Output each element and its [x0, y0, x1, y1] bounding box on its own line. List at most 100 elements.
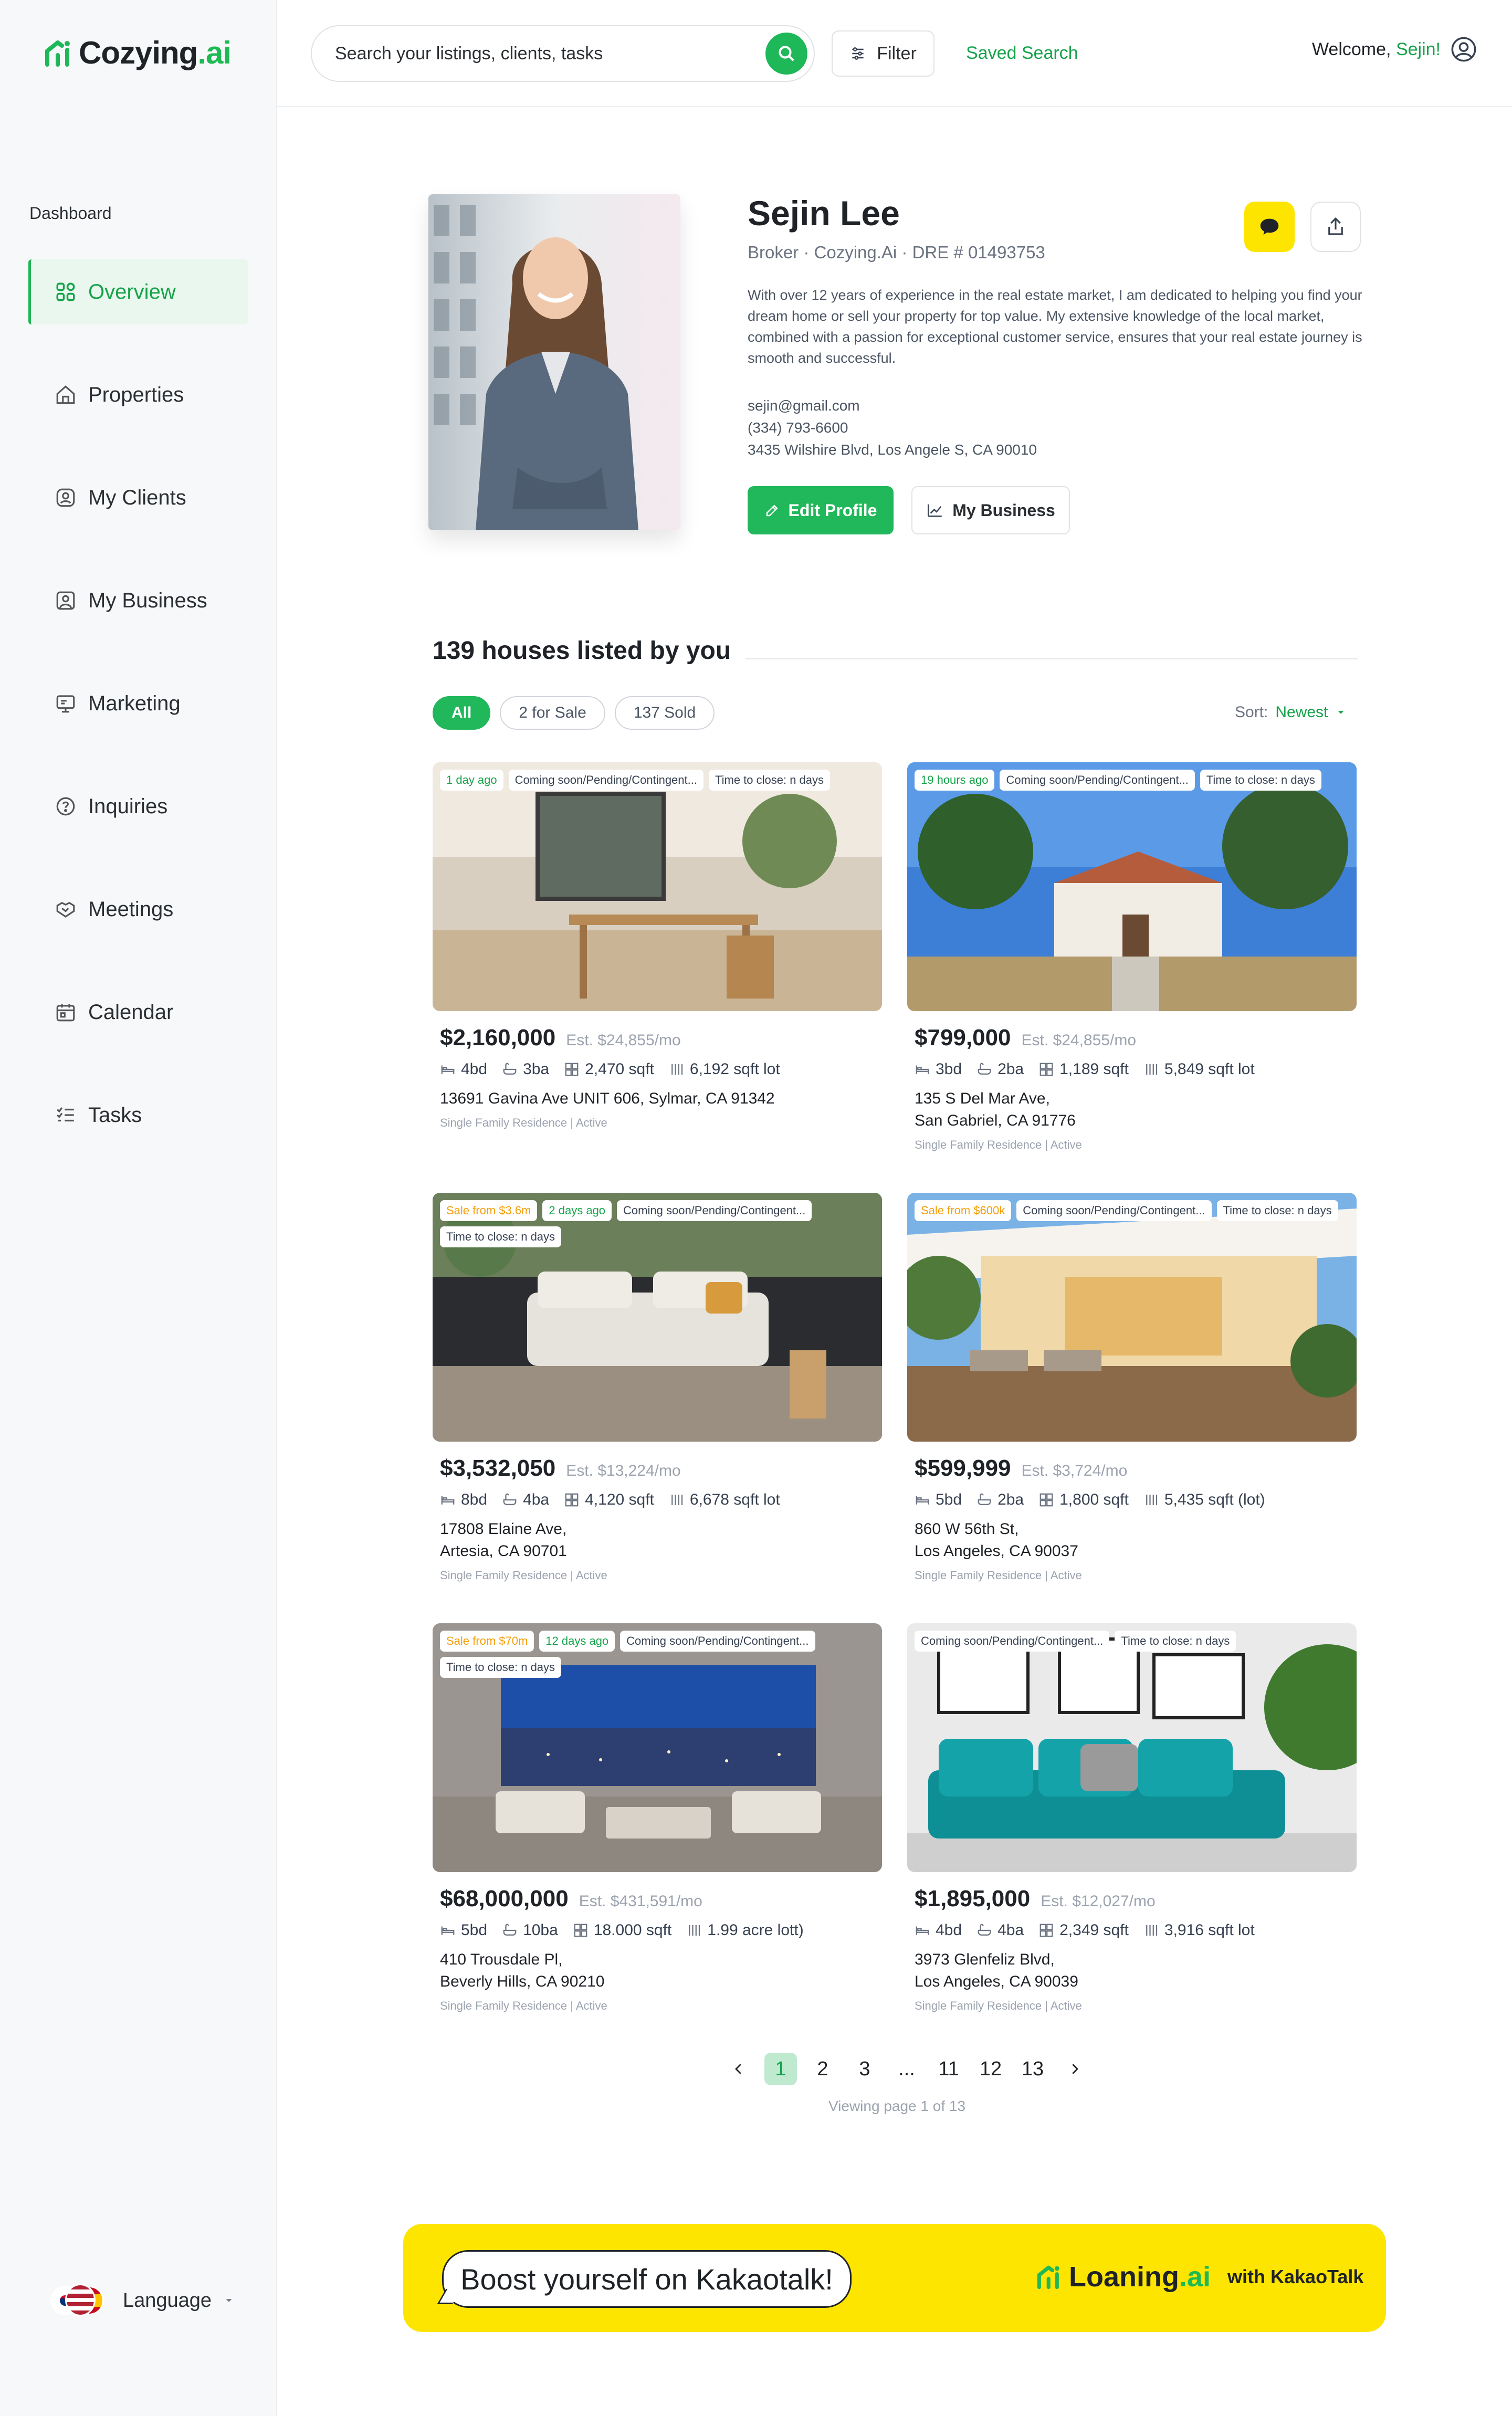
listing-sqft: 2,349 sqft [1038, 1921, 1129, 1939]
welcome-text: Welcome, Sejin! [1311, 39, 1441, 59]
page-button[interactable]: 3 [848, 2053, 881, 2085]
bed-icon [916, 1926, 929, 1935]
listing-specs: 5bd 10ba 18.000 sqft 1.99 acre lott) [433, 1921, 882, 1939]
sidebar-item-my-business[interactable]: My Business [28, 568, 248, 633]
listing-beds: 4bd [915, 1921, 962, 1939]
area-icon [1040, 1493, 1053, 1507]
pagination: 1 2 3 ... 11 12 13 [722, 2053, 1091, 2085]
bath-icon [978, 1493, 991, 1505]
listing-card[interactable]: 19 hours ago Coming soon/Pending/Continge… [907, 762, 1357, 1152]
bed-icon [441, 1496, 455, 1505]
page-button[interactable]: 2 [806, 2053, 839, 2085]
listing-price: $1,895,000 [915, 1886, 1031, 1911]
sidebar-item-meetings[interactable]: Meetings [28, 877, 248, 942]
sidebar-item-my-clients[interactable]: My Clients [28, 465, 248, 530]
chart-line-icon [928, 504, 942, 517]
sort-value: Newest [1275, 703, 1328, 721]
next-page-button[interactable] [1058, 2053, 1091, 2085]
search-button[interactable] [765, 33, 807, 75]
profile-phone[interactable]: (334) 793-6600 [748, 417, 1037, 439]
listing-card[interactable]: 1 day ago Coming soon/Pending/Contingent.… [433, 762, 882, 1130]
sidebar-item-overview[interactable]: Overview [28, 259, 248, 324]
sidebar-item-inquiries[interactable]: Inquiries [28, 774, 248, 839]
sidebar-item-calendar[interactable]: Calendar [28, 980, 248, 1045]
page-button[interactable]: 11 [932, 2053, 965, 2085]
sort-dropdown[interactable]: Sort: Newest [1235, 703, 1347, 721]
profile-address: 3435 Wilshire Blvd, Los Angele S, CA 900… [748, 442, 1037, 458]
page-button[interactable]: 13 [1016, 2053, 1049, 2085]
logo[interactable]: Cozying.ai [44, 35, 232, 71]
lot-icon [671, 1495, 683, 1505]
listing-tag: Sale from $70m [440, 1631, 534, 1652]
tasks-icon [57, 1107, 74, 1122]
logo-house-icon [45, 40, 70, 67]
listing-photo[interactable]: Sale from $3.6m 2 days ago Coming soon/Pen… [433, 1193, 882, 1442]
sidebar-item-marketing[interactable]: Marketing [28, 671, 248, 736]
listing-photo[interactable]: Coming soon/Pending/Contingent... Time to… [907, 1623, 1357, 1872]
listing-address[interactable]: 410 Trousdale Pl, Beverly Hills, CA 90210 [433, 1949, 882, 1993]
listing-card[interactable]: Sale from $3.6m 2 days ago Coming soon/Pen… [433, 1193, 882, 1582]
listing-tags: Sale from $600k Coming soon/Pending/Conti… [915, 1200, 1349, 1221]
listing-card[interactable]: Sale from $600k Coming soon/Pending/Conti… [907, 1193, 1357, 1582]
listing-photo[interactable]: Sale from $600k Coming soon/Pending/Conti… [907, 1193, 1357, 1442]
bed-icon [916, 1496, 929, 1505]
listing-address[interactable]: 3973 Glenfeliz Blvd, Los Angeles, CA 9003… [907, 1949, 1357, 1993]
sidebar: Cozying.ai Dashboard Overview Properties… [0, 0, 277, 2416]
listing-photo[interactable]: 19 hours ago Coming soon/Pending/Continge… [907, 762, 1357, 1011]
listing-price: $599,999 [915, 1455, 1011, 1481]
sidebar-item-label: Marketing [88, 691, 181, 715]
filter-chip-all[interactable]: All [433, 696, 491, 730]
saved-search-link[interactable]: Saved Search [966, 43, 1078, 64]
listing-image [433, 762, 882, 1011]
language-selector[interactable]: Language [50, 2284, 235, 2317]
grid-icon [56, 282, 75, 301]
listing-specs: 4bd 4ba 2,349 sqft 3,916 sqft lot [907, 1921, 1357, 1939]
listing-card[interactable]: Coming soon/Pending/Contingent... Time to… [907, 1623, 1357, 2013]
filter-label: Filter [877, 43, 917, 64]
bath-icon [503, 1924, 517, 1936]
listing-type-status: Single Family Residence | Active [440, 1999, 607, 2012]
sidebar-caption: Dashboard [29, 204, 112, 223]
sort-label: Sort: [1235, 703, 1268, 721]
listing-tag: Time to close: n days [1200, 770, 1321, 791]
listing-address[interactable]: 17808 Elaine Ave, Artesia, CA 90701 [433, 1518, 882, 1562]
area-icon [565, 1493, 579, 1507]
share-button[interactable] [1310, 202, 1361, 252]
listing-address[interactable]: 13691 Gavina Ave UNIT 606, Sylmar, CA 91… [433, 1088, 882, 1110]
welcome-user[interactable]: Welcome, Sejin! [1312, 36, 1477, 63]
edit-profile-label: Edit Profile [788, 500, 877, 520]
listing-tag: Sale from $600k [915, 1200, 1012, 1221]
kakao-chat-button[interactable] [1244, 202, 1295, 252]
search-icon [779, 46, 794, 61]
listing-card[interactable]: Sale from $70m 12 days ago Coming soon/Pen… [433, 1623, 882, 2013]
prev-page-button[interactable] [722, 2053, 755, 2085]
loaning-tagline: with KakaoTalk [1227, 2266, 1364, 2287]
sidebar-item-properties[interactable]: Properties [28, 362, 248, 427]
kakaotalk-banner[interactable]: Boost yourself on Kakaotalk! Loaning.ai … [403, 2224, 1386, 2332]
listing-tag: Time to close: n days [708, 770, 831, 791]
share-icon [1328, 217, 1343, 235]
listing-photo[interactable]: 1 day ago Coming soon/Pending/Contingent.… [433, 762, 882, 1011]
filter-chip-for-sale[interactable]: 2 for Sale [500, 696, 605, 730]
page-button[interactable]: 12 [974, 2053, 1007, 2085]
home-icon [56, 385, 75, 404]
sidebar-item-tasks[interactable]: Tasks [28, 1083, 248, 1148]
listing-tag: 12 days ago [539, 1631, 615, 1652]
page-button[interactable]: 1 [764, 2053, 797, 2085]
caret-down-icon [226, 2299, 232, 2302]
listing-address[interactable]: 135 S Del Mar Ave, San Gabriel, CA 91776 [907, 1088, 1357, 1132]
listing-tag: 1 day ago [440, 770, 503, 791]
listing-estimate: Est. $24,855/mo [1021, 1032, 1136, 1049]
listing-address[interactable]: 860 W 56th St, Los Angeles, CA 90037 [907, 1518, 1357, 1562]
edit-profile-button[interactable]: Edit Profile [748, 486, 894, 534]
my-business-button[interactable]: My Business [911, 486, 1070, 534]
filter-button[interactable]: Filter [832, 30, 934, 77]
search-input[interactable] [335, 43, 765, 64]
filter-chip-sold[interactable]: 137 Sold [614, 696, 715, 730]
bath-icon [978, 1924, 991, 1936]
listing-price-row: $68,000,000 Est. $431,591/mo [433, 1886, 882, 1912]
listing-tag: Coming soon/Pending/Contingent... [1000, 770, 1195, 791]
listing-photo[interactable]: Sale from $70m 12 days ago Coming soon/Pen… [433, 1623, 882, 1872]
profile-email[interactable]: sejin@gmail.com [748, 395, 1037, 417]
listing-address-line2: Los Angeles, CA 90039 [915, 1973, 1078, 1990]
